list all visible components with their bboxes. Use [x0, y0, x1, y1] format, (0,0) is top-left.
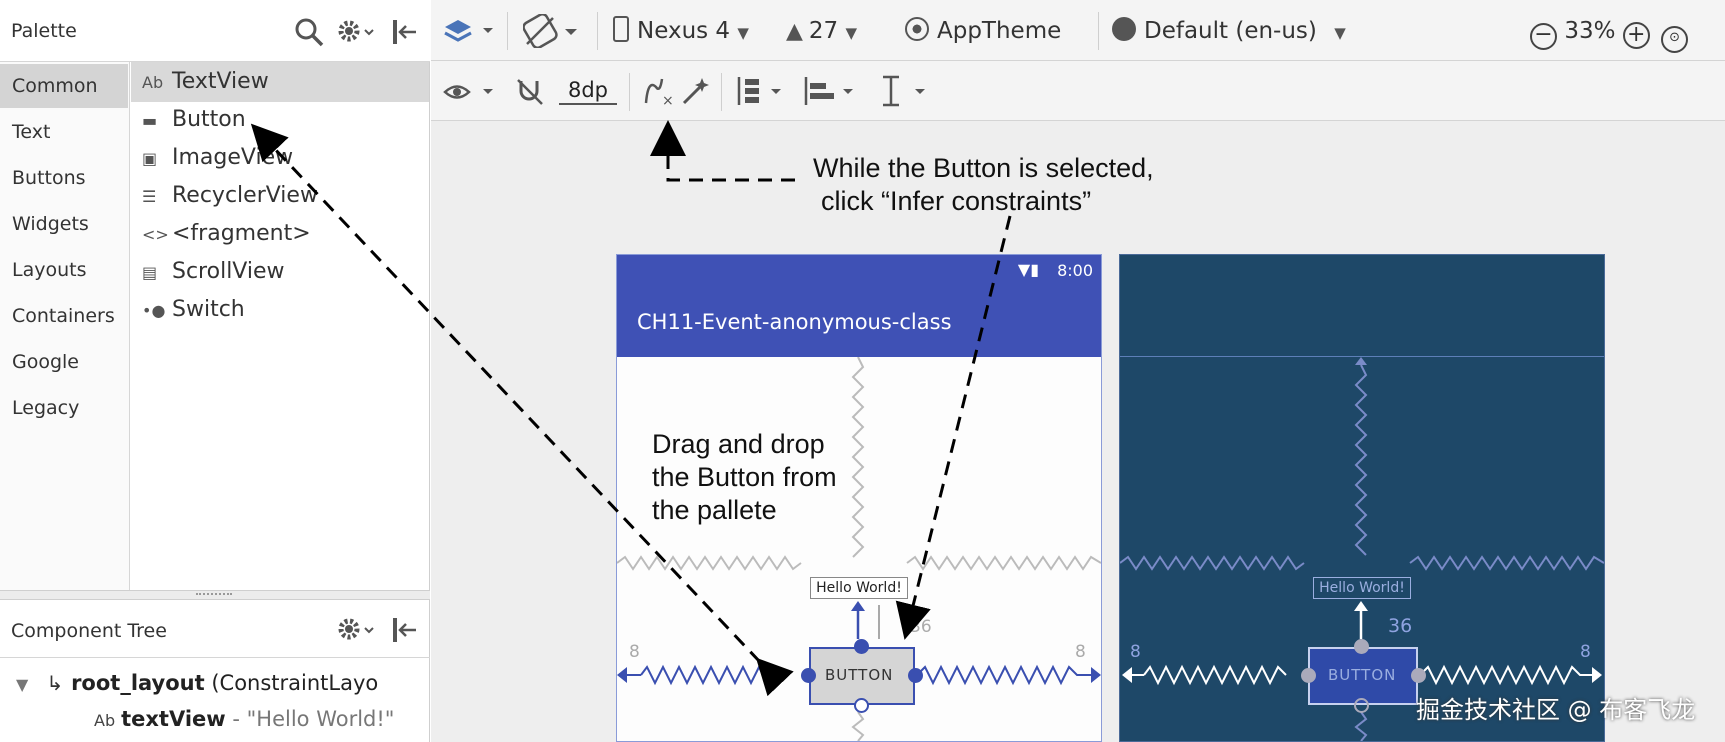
- annotation-line: the pallete: [652, 495, 777, 525]
- annotation-arrows: [250, 120, 1012, 697]
- annotation-line: Drag and drop: [652, 429, 825, 459]
- annotation-line: While the Button is selected,: [813, 153, 1154, 183]
- annotation-line: the Button from: [652, 462, 837, 492]
- annotation-infer-constraints: While the Button is selected, click “Inf…: [813, 152, 1154, 218]
- annotation-line: click “Infer constraints”: [821, 186, 1092, 216]
- watermark: 掘金技术社区 @ 布客飞龙: [1416, 696, 1696, 724]
- annotation-drag-drop: Drag and drop the Button from the pallet…: [652, 428, 837, 527]
